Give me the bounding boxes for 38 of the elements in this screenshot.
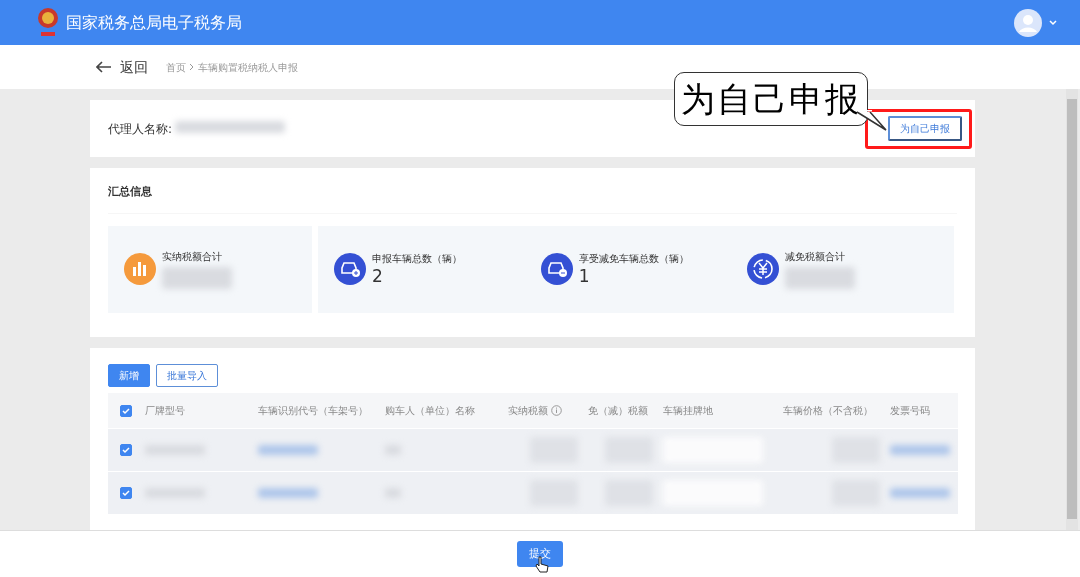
scrollbar[interactable] [1066, 89, 1078, 530]
agent-label: 代理人名称: [108, 120, 173, 138]
site-title: 国家税务总局电子税务局 [66, 11, 242, 34]
redacted-value [162, 267, 232, 289]
back-arrow-icon[interactable] [96, 61, 112, 73]
column-header: 免（减）税额 [588, 404, 648, 418]
stat-value: 1 [578, 266, 590, 287]
stat-label: 减免税额合计 [785, 250, 846, 264]
column-header: 车辆识别代号（车架号） [258, 404, 368, 418]
column-header: 车辆挂牌地 [663, 404, 713, 418]
info-icon[interactable] [551, 405, 562, 416]
callout-bubble: 为自己申报 [674, 72, 868, 126]
section-title: 汇总信息 [108, 184, 152, 200]
back-link[interactable]: 返回 [120, 56, 148, 78]
stat-label: 享受减免车辆总数（辆） [578, 252, 689, 267]
redacted-value [258, 445, 318, 455]
avatar-icon[interactable] [1014, 8, 1042, 37]
caret-icon[interactable] [1048, 18, 1058, 27]
column-header: 发票号码 [890, 404, 930, 418]
stat-label: 实纳税额合计 [162, 250, 222, 264]
column-header: 实纳税额 [508, 404, 548, 418]
checkbox[interactable] [120, 444, 132, 456]
stat-value: 2 [372, 266, 383, 287]
redacted-value [785, 267, 856, 289]
redacted-value [890, 445, 950, 455]
stat-label: 申报车辆总数（辆） [372, 252, 462, 267]
import-button[interactable]: 批量导入 [156, 364, 218, 387]
add-button[interactable]: 新增 [108, 364, 150, 387]
checkbox[interactable] [120, 404, 132, 417]
redacted-value [258, 488, 318, 498]
column-header: 厂牌型号 [145, 404, 185, 418]
column-header: 购车人（单位）名称 [385, 404, 475, 418]
chevron-icon [189, 63, 195, 71]
column-header: 车辆价格（不含税） [783, 404, 873, 418]
breadcrumb-link[interactable]: 首页 [166, 59, 186, 75]
redacted-value [890, 488, 950, 498]
breadcrumb-current: 车辆购置税纳税人申报 [198, 60, 298, 75]
checkbox[interactable] [120, 487, 132, 499]
